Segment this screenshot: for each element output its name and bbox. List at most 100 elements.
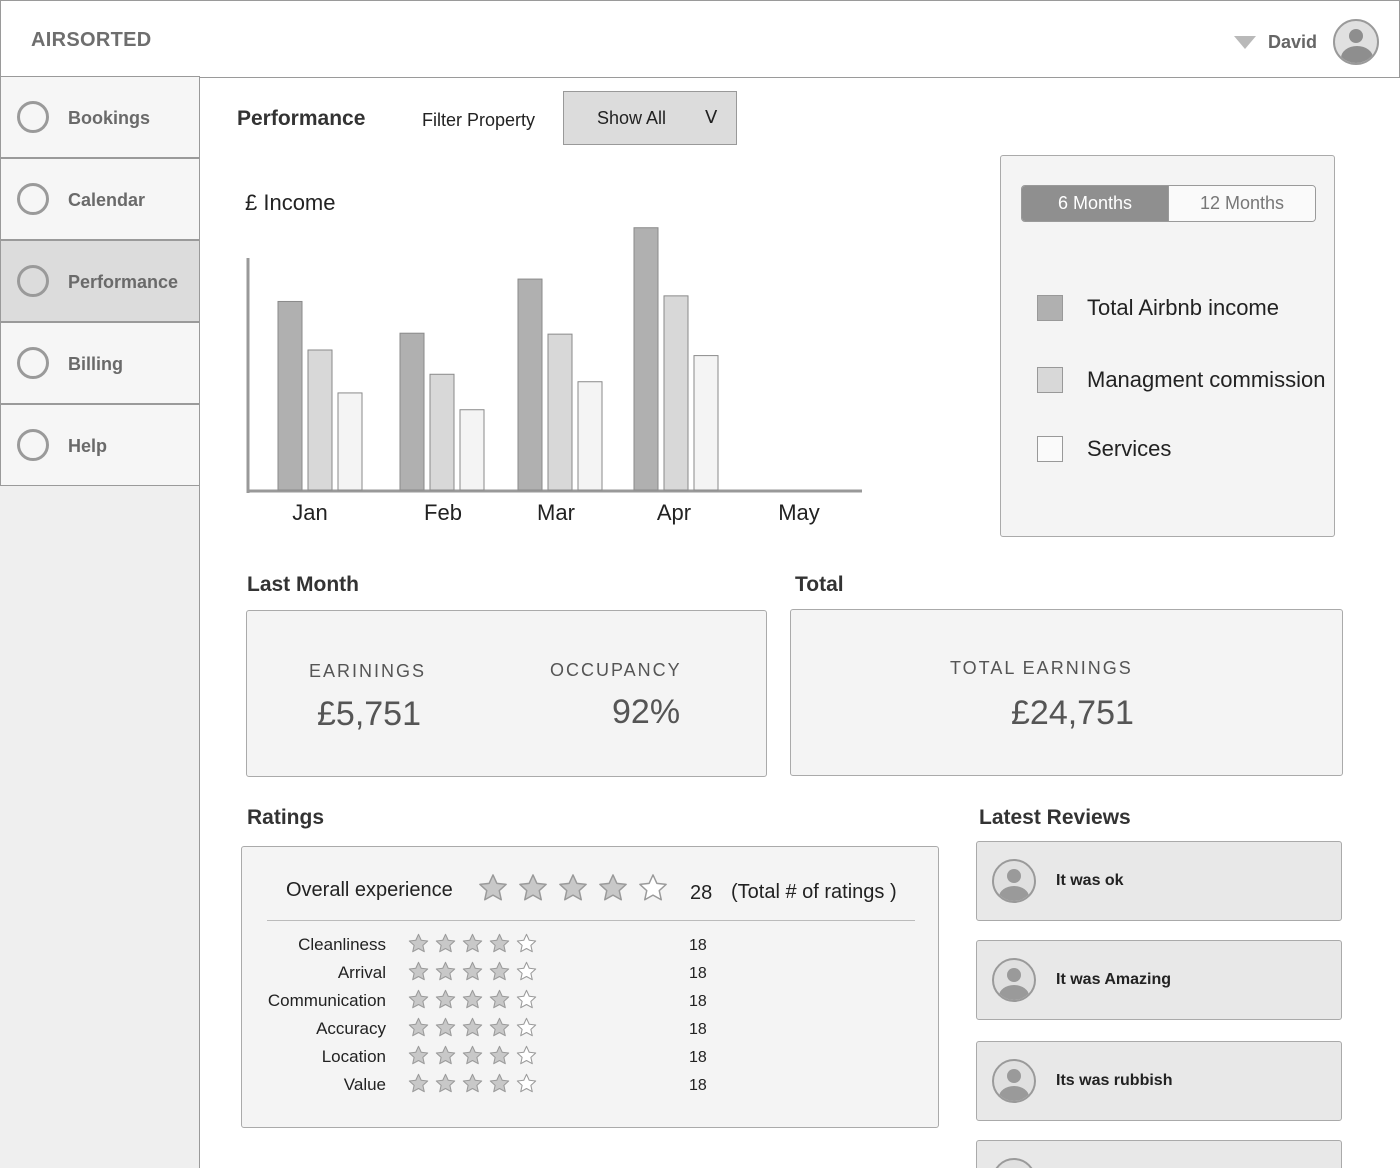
- user-menu-caret-icon[interactable]: [1234, 36, 1256, 49]
- sidebar-item-performance[interactable]: Performance: [0, 240, 200, 322]
- x-tick-label: Apr: [657, 500, 691, 525]
- reviewer-avatar: [992, 958, 1036, 1002]
- overall-rating-note: (Total # of ratings ): [731, 881, 897, 903]
- star-filled-icon: [435, 989, 456, 1009]
- star-rating: [408, 961, 537, 982]
- bar-apr-series-0: [633, 227, 659, 491]
- avatar-body: [999, 886, 1029, 901]
- star-filled-icon: [462, 989, 483, 1009]
- bar-apr-series-1: [663, 295, 689, 491]
- star-rating: [408, 1073, 537, 1094]
- period-option-12-months[interactable]: 12 Months: [1168, 186, 1315, 221]
- rating-count: 18: [689, 965, 707, 982]
- bar-feb-series-1: [429, 373, 455, 491]
- star-empty-icon: [516, 989, 537, 1009]
- rating-count: 18: [689, 1049, 707, 1066]
- rating-row-communication: Communication 18: [242, 987, 940, 1015]
- star-filled-icon: [489, 933, 510, 953]
- avatar-body: [999, 1086, 1029, 1101]
- avatar-body: [999, 985, 1029, 1000]
- sidebar-item-bookings[interactable]: Bookings: [0, 76, 200, 158]
- star-filled-icon: [435, 1017, 456, 1037]
- sidebar-item-label: Performance: [68, 272, 179, 292]
- app-logo: AIRSORTED: [31, 29, 152, 51]
- total-earnings-label: TOTAL EARNINGS: [950, 658, 1133, 678]
- rating-category-label: Value: [343, 1075, 386, 1094]
- bar-apr-series-2: [693, 355, 719, 491]
- review-card[interactable]: [976, 1140, 1342, 1168]
- bar-jan-series-0: [277, 300, 303, 491]
- star-filled-icon: [435, 933, 456, 953]
- circle-icon: [17, 347, 49, 379]
- period-toggle[interactable]: 6 Months 12 Months: [1021, 185, 1316, 222]
- earnings-value: £5,751: [317, 695, 421, 733]
- period-option-6-months[interactable]: 6 Months: [1022, 186, 1168, 221]
- star-filled-icon: [435, 961, 456, 981]
- last-month-title: Last Month: [247, 573, 359, 596]
- sidebar-item-label: Calendar: [68, 190, 146, 210]
- star-filled-icon: [519, 874, 547, 901]
- star-filled-icon: [599, 874, 627, 901]
- avatar-head: [1007, 869, 1021, 883]
- rating-count: 18: [689, 1077, 707, 1094]
- rating-category-label: Location: [321, 1047, 386, 1066]
- rating-category-label: Communication: [267, 991, 386, 1010]
- bar-mar-series-0: [517, 278, 543, 491]
- circle-icon: [17, 183, 49, 215]
- star-empty-icon: [516, 1073, 537, 1093]
- review-card[interactable]: It was ok: [976, 841, 1342, 921]
- star-filled-icon: [559, 874, 587, 901]
- bar-feb-series-2: [459, 409, 485, 491]
- bar-mar-series-1: [547, 333, 573, 491]
- star-filled-icon: [408, 961, 429, 981]
- review-card[interactable]: It was Amazing: [976, 940, 1342, 1020]
- user-name[interactable]: David: [1268, 32, 1317, 53]
- sidebar-item-billing[interactable]: Billing: [0, 322, 200, 404]
- star-filled-icon: [435, 1073, 456, 1093]
- filter-selected-value: Show All: [597, 108, 667, 128]
- rating-row-accuracy: Accuracy 18: [242, 1015, 940, 1043]
- star-empty-icon: [516, 1017, 537, 1037]
- rating-row-location: Location 18: [242, 1043, 940, 1071]
- filter-property-select[interactable]: Show All V: [563, 91, 737, 145]
- star-filled-icon: [489, 1073, 510, 1093]
- star-rating: [408, 933, 537, 954]
- reviewer-avatar: [992, 1059, 1036, 1103]
- occupancy-label: OCCUPANCY: [550, 660, 682, 680]
- chevron-down-icon: V: [705, 107, 718, 128]
- review-text: Its was rubbish: [1056, 1072, 1173, 1089]
- star-filled-icon: [408, 1017, 429, 1037]
- total-earnings-value: £24,751: [1011, 694, 1134, 732]
- overall-star-rating: [478, 873, 668, 903]
- star-rating: [408, 1045, 537, 1066]
- star-filled-icon: [479, 874, 507, 901]
- avatar-head: [1007, 968, 1021, 982]
- star-empty-icon: [516, 961, 537, 981]
- avatar-head: [1007, 1069, 1021, 1083]
- page-title: Performance: [237, 107, 366, 130]
- sidebar-item-label: Billing: [68, 354, 123, 374]
- avatar-head: [1349, 29, 1363, 43]
- legend-swatch: [1037, 436, 1063, 462]
- user-avatar[interactable]: [1333, 19, 1379, 65]
- circle-icon: [17, 101, 49, 133]
- legend-swatch: [1037, 295, 1063, 321]
- review-text: It was Amazing: [1056, 971, 1171, 988]
- divider: [267, 920, 915, 921]
- star-filled-icon: [408, 933, 429, 953]
- reviewer-avatar: [992, 1158, 1036, 1168]
- rating-count: 18: [689, 937, 707, 954]
- sidebar-item-help[interactable]: Help: [0, 404, 200, 486]
- x-tick-label: Mar: [537, 500, 575, 525]
- review-card[interactable]: Its was rubbish: [976, 1041, 1342, 1121]
- rating-count: 18: [689, 993, 707, 1010]
- rating-row-arrival: Arrival 18: [242, 959, 940, 987]
- rating-category-label: Arrival: [337, 963, 386, 982]
- sidebar-item-calendar[interactable]: Calendar: [0, 158, 200, 240]
- avatar-body: [1341, 46, 1373, 63]
- star-filled-icon: [408, 1073, 429, 1093]
- star-empty-icon: [516, 1045, 537, 1065]
- reviewer-avatar: [992, 859, 1036, 903]
- star-rating: [408, 989, 537, 1010]
- rating-row-value: Value 18: [242, 1071, 940, 1099]
